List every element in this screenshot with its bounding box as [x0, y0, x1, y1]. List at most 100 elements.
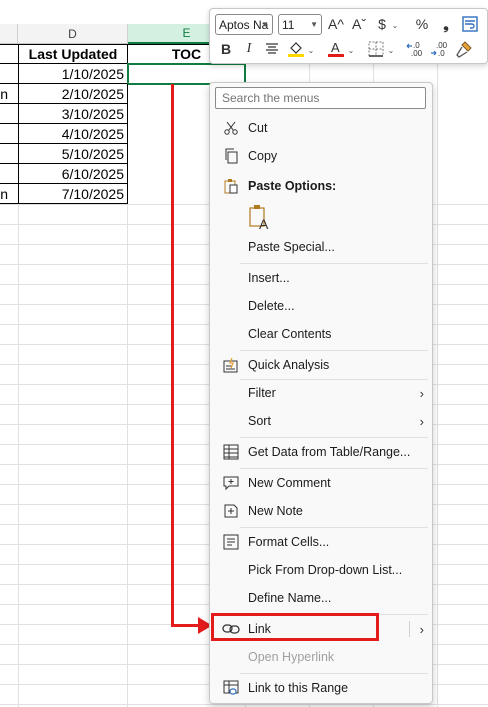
- menu-item-label: Quick Analysis: [248, 358, 330, 372]
- svg-text:A: A: [331, 40, 340, 55]
- date-cell[interactable]: 3/10/2025: [18, 104, 128, 124]
- font-name-box[interactable]: Aptos Na ▼: [215, 14, 273, 35]
- menu-search-input[interactable]: [215, 87, 426, 109]
- menu-separator: [240, 437, 428, 438]
- table-cell[interactable]: [0, 144, 19, 164]
- align-center-icon[interactable]: [262, 39, 282, 59]
- menu-item-label: Link to this Range: [248, 681, 349, 695]
- table-cell[interactable]: n: [0, 184, 19, 204]
- menu-item-clear-contents[interactable]: Clear Contents: [210, 321, 432, 347]
- quick-analysis-icon: [222, 356, 240, 374]
- shrink-font-icon[interactable]: Aˇ: [349, 14, 369, 34]
- chevron-down-icon[interactable]: ⌄: [390, 15, 400, 35]
- table-cell[interactable]: [0, 64, 19, 84]
- paste-options-label: Paste Options:: [248, 179, 337, 193]
- date-cell[interactable]: 7/10/2025: [18, 184, 128, 204]
- new-comment-icon: [222, 474, 240, 492]
- font-color-icon[interactable]: A: [326, 39, 346, 59]
- menu-item-get-data[interactable]: Get Data from Table/Range...: [210, 439, 432, 465]
- table-cell[interactable]: [0, 104, 19, 124]
- menu-item-quick-analysis[interactable]: Quick Analysis: [210, 352, 432, 378]
- wrap-text-icon[interactable]: [460, 14, 480, 34]
- table-cell[interactable]: [0, 164, 19, 184]
- menu-item-format-cells[interactable]: Format Cells...: [210, 529, 432, 555]
- grow-font-icon[interactable]: A^: [326, 14, 346, 34]
- gridline: [0, 704, 488, 705]
- menu-separator: [240, 673, 428, 674]
- chevron-down-icon[interactable]: ⌄: [346, 40, 356, 60]
- menu-item-link-to-range[interactable]: Link to this Range: [210, 675, 432, 701]
- column-header-d[interactable]: D: [18, 24, 128, 44]
- menu-item-label: New Note: [248, 504, 303, 518]
- bold-icon[interactable]: B: [216, 39, 236, 59]
- format-cells-icon: [222, 533, 240, 551]
- copy-icon: [222, 147, 240, 165]
- menu-item-insert[interactable]: Insert...: [210, 265, 432, 291]
- borders-icon[interactable]: [366, 39, 386, 59]
- menu-item-open-hyperlink[interactable]: Open Hyperlink: [210, 644, 432, 670]
- table-icon: [222, 443, 240, 461]
- italic-icon[interactable]: I: [239, 39, 259, 59]
- table-cell[interactable]: on: [0, 84, 19, 104]
- mini-toolbar: Aptos Na ▼ 11 ▼ A^ Aˇ $ ⌄ % ❟ B I ⌄ A ⌄ …: [209, 8, 488, 64]
- bold-label: B: [220, 41, 232, 57]
- currency-icon[interactable]: $: [372, 14, 392, 34]
- chevron-down-icon[interactable]: ⌄: [306, 40, 316, 60]
- date-cell[interactable]: 1/10/2025: [18, 64, 128, 84]
- menu-item-paste-special[interactable]: Paste Special...: [210, 234, 432, 260]
- annotation-highlight-box: [211, 613, 379, 641]
- chevron-right-icon[interactable]: ›: [420, 622, 424, 637]
- decrease-decimal-icon[interactable]: .0.00: [406, 39, 426, 59]
- grow-font-label: A^: [328, 16, 344, 32]
- date-cell[interactable]: 2/10/2025: [18, 84, 128, 104]
- svg-text:.0: .0: [438, 49, 445, 58]
- percent-label: %: [415, 16, 429, 32]
- menu-item-define-name[interactable]: Define Name...: [210, 585, 432, 611]
- table-cell[interactable]: [0, 124, 19, 144]
- menu-item-delete[interactable]: Delete...: [210, 293, 432, 319]
- menu-item-label: Pick From Drop-down List...: [248, 563, 403, 577]
- italic-label: I: [246, 41, 252, 56]
- menu-item-new-note[interactable]: New Note: [210, 498, 432, 524]
- menu-item-filter[interactable]: Filter ›: [210, 380, 432, 406]
- header-last-updated[interactable]: Last Updated: [18, 44, 128, 64]
- paste-options-heading: Paste Options:: [210, 173, 432, 199]
- chevron-right-icon: ›: [419, 413, 424, 429]
- currency-label: $: [378, 16, 386, 32]
- column-header-c[interactable]: [0, 24, 18, 44]
- menu-item-label: New Comment: [248, 476, 331, 490]
- menu-item-copy[interactable]: Copy: [210, 143, 432, 169]
- date-cell[interactable]: 5/10/2025: [18, 144, 128, 164]
- date-cell[interactable]: 4/10/2025: [18, 124, 128, 144]
- menu-item-label: Define Name...: [248, 591, 332, 605]
- paste-option-keep-text-icon[interactable]: A: [248, 203, 272, 232]
- fill-color-icon[interactable]: [286, 39, 306, 59]
- font-size-box[interactable]: 11 ▼: [278, 14, 322, 35]
- date-cell[interactable]: 6/10/2025: [18, 164, 128, 184]
- menu-separator: [240, 263, 428, 264]
- menu-item-cut[interactable]: Cut: [210, 115, 432, 141]
- menu-item-label: Sort: [248, 414, 271, 428]
- svg-text:.00: .00: [411, 49, 423, 58]
- menu-separator: [240, 468, 428, 469]
- context-menu: Cut Copy Paste Options: A Paste Special.…: [209, 82, 433, 704]
- split-divider: [409, 621, 410, 637]
- menu-item-label: Copy: [248, 149, 278, 163]
- comma-style-icon[interactable]: ❟: [436, 14, 456, 34]
- menu-item-label: Paste Special...: [248, 240, 335, 254]
- increase-decimal-icon[interactable]: .00.0: [430, 39, 450, 59]
- format-painter-icon[interactable]: [454, 39, 474, 59]
- menu-item-pick-dropdown[interactable]: Pick From Drop-down List...: [210, 557, 432, 583]
- menu-item-label: Get Data from Table/Range...: [248, 445, 411, 459]
- menu-item-sort[interactable]: Sort ›: [210, 408, 432, 434]
- menu-item-label: Delete...: [248, 299, 295, 313]
- percent-icon[interactable]: %: [412, 14, 432, 34]
- table-header-cell[interactable]: [0, 44, 19, 64]
- annotation-arrow-line: [171, 84, 174, 626]
- menu-item-label: Clear Contents: [248, 327, 332, 341]
- menu-item-new-comment[interactable]: New Comment: [210, 470, 432, 496]
- menu-item-label: Filter: [248, 386, 276, 400]
- chevron-down-icon[interactable]: ⌄: [386, 40, 396, 60]
- link-to-range-icon: [222, 679, 240, 697]
- new-note-icon: [222, 502, 240, 520]
